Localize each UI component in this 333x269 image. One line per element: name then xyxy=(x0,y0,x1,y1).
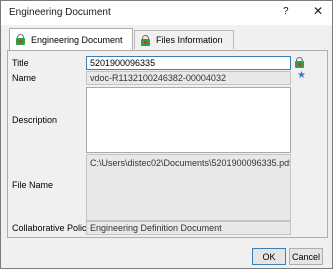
tab-label: Files Information xyxy=(156,35,223,45)
close-button[interactable]: ✕ xyxy=(313,4,323,18)
ok-button[interactable]: OK xyxy=(252,248,286,265)
tab-panel-engineering-document: Title 5201900096335 Name vdoc-R113210024… xyxy=(7,50,328,238)
title-label: Title xyxy=(12,58,29,68)
file-name-label: File Name xyxy=(12,180,54,190)
description-input[interactable] xyxy=(86,87,291,153)
title-bar: Engineering Document ? ✕ xyxy=(1,1,332,25)
name-field: vdoc-R1132100246382-00004032 xyxy=(86,71,291,85)
collaborative-policy-label: Collaborative Policy xyxy=(12,223,92,233)
name-label: Name xyxy=(12,73,37,83)
help-button[interactable]: ? xyxy=(283,6,289,17)
collaborative-policy-field: Engineering Definition Document xyxy=(86,221,291,235)
tab-files-information[interactable]: Files Information xyxy=(134,30,234,49)
description-label: Description xyxy=(12,115,58,125)
tab-engineering-document[interactable]: Engineering Document xyxy=(9,28,133,50)
window-title: Engineering Document xyxy=(9,7,111,18)
file-name-field: C:\Users\distec02\Documents\520190009633… xyxy=(86,154,291,221)
lock-icon xyxy=(141,34,150,46)
tab-label: Engineering Document xyxy=(31,34,123,45)
favorite-star-icon[interactable]: ★ xyxy=(297,71,306,81)
lock-icon[interactable] xyxy=(295,57,304,68)
lock-icon xyxy=(16,34,25,45)
title-input[interactable]: 5201900096335 xyxy=(86,56,291,70)
engineering-document-dialog: Engineering Document ? ✕ Engineering Doc… xyxy=(0,0,333,269)
cancel-button[interactable]: Cancel xyxy=(289,248,323,265)
tab-strip: Engineering Document Files Information xyxy=(7,28,328,51)
